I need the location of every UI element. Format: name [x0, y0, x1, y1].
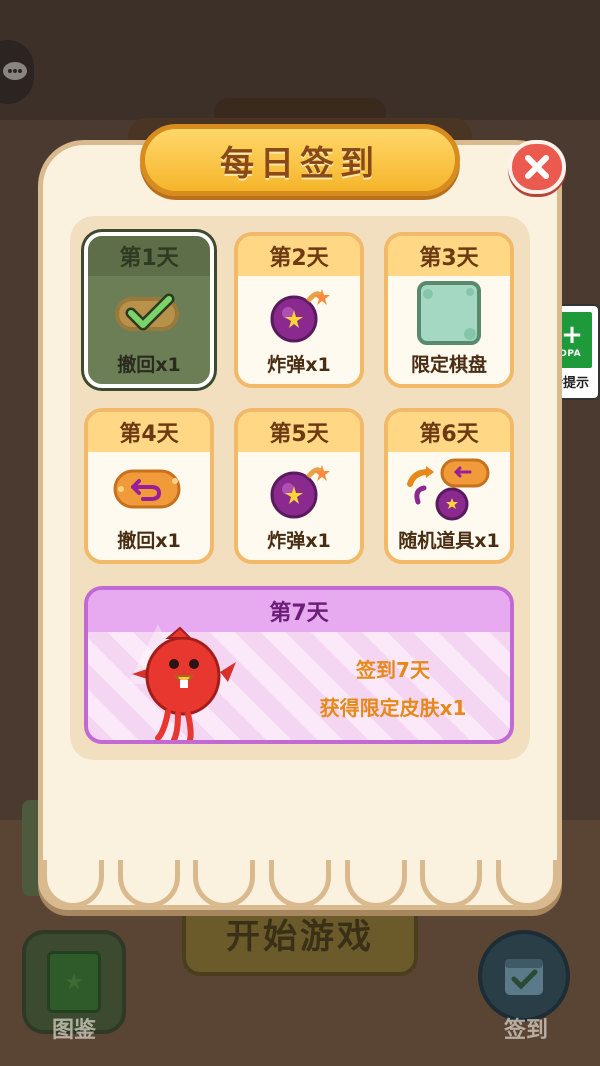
day-label: 第6天: [388, 412, 510, 452]
guide-label: 图鉴: [51, 1018, 96, 1043]
bomb-icon: [238, 276, 360, 350]
undo-capsule-icon: [88, 276, 210, 350]
day-card-2[interactable]: 第2天 炸弹x1: [234, 232, 364, 388]
title-banner: 每日签到: [140, 124, 460, 196]
undo-capsule-icon: [88, 452, 210, 526]
day-card-5[interactable]: 第5天 炸弹x1: [234, 408, 364, 564]
reward-label: 随机道具x1: [398, 530, 500, 552]
day-label: 第3天: [388, 236, 510, 276]
reward-label: 限定棋盘: [410, 354, 487, 376]
day-card-6[interactable]: 第6天 随机道具x1: [384, 408, 514, 564]
day-label: 第4天: [88, 412, 210, 452]
day7-line2: 获得限定皮肤x1: [319, 696, 467, 720]
checkin-button[interactable]: [478, 930, 570, 1022]
bomb-icon: [238, 452, 360, 526]
chat-icon: [3, 62, 27, 80]
reward-label: 撤回x1: [117, 530, 181, 552]
reward-label: 撤回x1: [117, 354, 181, 376]
day-card-4[interactable]: 第4天 撤回x1: [84, 408, 214, 564]
day-label: 第1天: [88, 236, 210, 276]
red-bird-skin-icon: [128, 624, 236, 740]
board-tile-icon: [388, 276, 510, 350]
checkin-label: 签到: [503, 1018, 548, 1043]
random-items-icon: [388, 452, 510, 526]
calendar-check-icon: [505, 959, 543, 995]
day7-line1: 签到7天: [356, 658, 430, 682]
day-label: 第2天: [238, 236, 360, 276]
day-label: 第5天: [238, 412, 360, 452]
reward-label: 炸弹x1: [267, 354, 331, 376]
modal-scalloped-edge: [38, 860, 562, 908]
day-card-1[interactable]: 第1天 撤回x1: [84, 232, 214, 388]
reward-label: 炸弹x1: [267, 530, 331, 552]
close-icon: [525, 155, 549, 179]
close-button[interactable]: [508, 140, 566, 194]
day-card-7[interactable]: 第7天 签到7天 获得限定皮肤x1: [84, 586, 514, 744]
day-card-3[interactable]: 第3天 限定棋盘: [384, 232, 514, 388]
book-icon: ★: [47, 951, 101, 1013]
modal-title: 每日签到: [220, 143, 380, 184]
